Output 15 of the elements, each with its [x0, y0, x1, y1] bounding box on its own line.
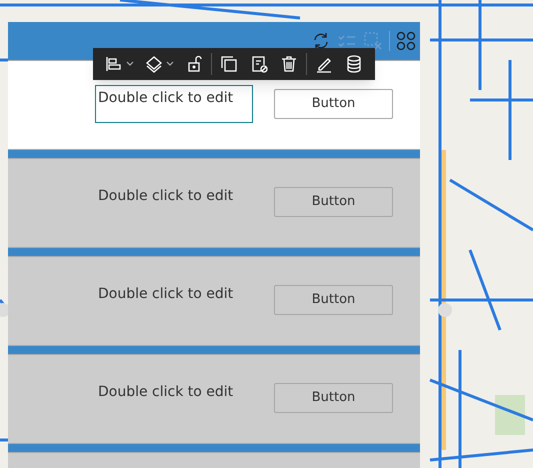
layers-icon [144, 54, 164, 74]
text-widget[interactable]: Double click to edit [95, 183, 253, 221]
button[interactable]: Button [274, 89, 393, 119]
button[interactable]: Button [274, 285, 393, 315]
caret-icon [166, 61, 174, 67]
button[interactable]: Button [274, 187, 393, 217]
caret-icon [126, 61, 134, 67]
button[interactable]: Button [274, 383, 393, 413]
text-widget[interactable]: Double click to edit [95, 85, 253, 123]
list-row[interactable]: Double click to edit Button [8, 256, 420, 346]
text-widget[interactable]: Double click to edit [95, 379, 253, 417]
list-row[interactable]: Double click to edit Button [8, 354, 420, 444]
list-row[interactable]: Double click to edit Button [8, 158, 420, 248]
text-widget[interactable]: Double click to edit [95, 281, 253, 319]
grid-icon[interactable] [396, 31, 416, 51]
